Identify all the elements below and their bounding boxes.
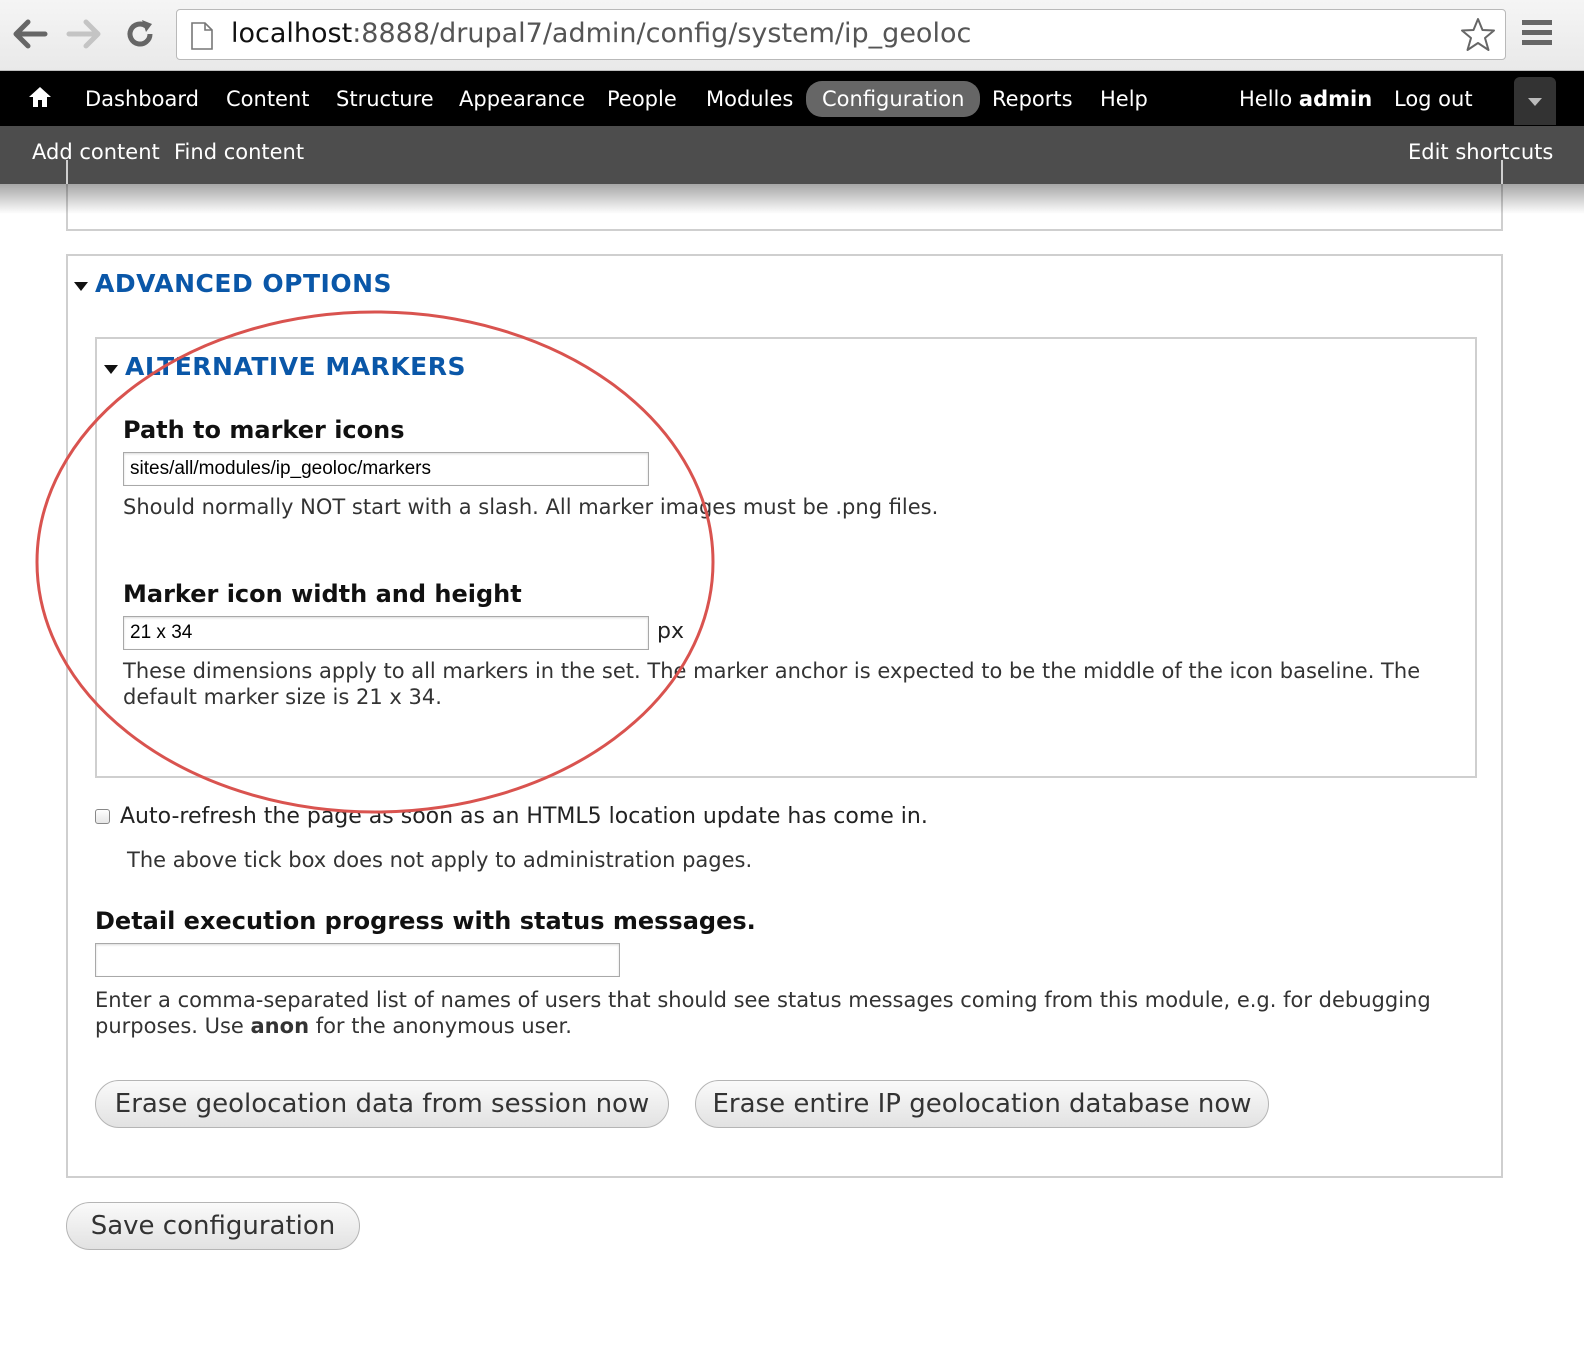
chevron-down-icon [1528,98,1542,106]
url-path: :8888/drupal7/admin/config/system/ip_geo… [352,18,972,49]
hello-user[interactable]: Hello admin [1233,81,1378,117]
toolbar-dashboard[interactable]: Dashboard [79,81,205,117]
page-icon [191,22,213,50]
hello-prefix: Hello [1239,87,1299,111]
home-icon[interactable] [28,85,52,109]
forward-arrow-icon [66,19,101,49]
erase-session-button[interactable]: Erase geolocation data from session now [95,1080,669,1128]
advanced-options-legend[interactable]: ADVANCED OPTIONS [95,269,392,298]
auto-refresh-checkbox[interactable] [95,809,110,824]
toolbar-shadow [0,184,1584,214]
toolbar-people[interactable]: People [601,81,683,117]
toolbar-structure[interactable]: Structure [330,81,440,117]
alternative-markers-fieldset [95,337,1477,778]
back-button[interactable] [10,14,50,54]
reload-button[interactable] [120,14,160,54]
back-arrow-icon [13,19,48,49]
collapse-triangle-icon[interactable] [74,282,88,292]
toolbar-configuration[interactable]: Configuration [806,81,981,117]
browser-menu-icon[interactable] [1520,16,1554,50]
save-configuration-button[interactable]: Save configuration [66,1202,360,1250]
debug-users-label: Detail execution progress with status me… [95,907,756,935]
shortcuts-drawer-toggle[interactable] [1514,77,1556,125]
px-suffix: px [657,619,684,644]
toolbar-modules[interactable]: Modules [700,81,799,117]
marker-path-input[interactable] [123,452,649,486]
url-bar[interactable]: localhost:8888/drupal7/admin/config/syst… [176,9,1506,60]
bookmark-star-icon[interactable] [1459,16,1497,54]
marker-size-label: Marker icon width and height [123,580,522,608]
marker-path-description: Should normally NOT start with a slash. … [123,495,939,519]
debug-desc-part2: for the anonymous user. [309,1014,572,1038]
toolbar-content[interactable]: Content [220,81,316,117]
url-text: localhost:8888/drupal7/admin/config/syst… [231,18,971,49]
collapse-triangle-icon[interactable] [104,365,118,375]
debug-users-input[interactable] [95,943,620,977]
marker-size-description: These dimensions apply to all markers in… [123,659,1421,709]
toolbar-help[interactable]: Help [1094,81,1154,117]
forward-button[interactable] [64,14,104,54]
erase-database-button[interactable]: Erase entire IP geolocation database now [695,1080,1269,1128]
debug-users-description: Enter a comma-separated list of names of… [95,987,1465,1039]
reload-icon [127,20,153,47]
debug-desc-anon: anon [250,1014,310,1038]
auto-refresh-description: The above tick box does not apply to adm… [127,848,753,872]
marker-size-input[interactable] [123,616,649,650]
toolbar-appearance[interactable]: Appearance [453,81,591,117]
path-to-marker-icons-label: Path to marker icons [123,416,405,444]
url-host: localhost [231,18,353,49]
logout-link[interactable]: Log out [1388,81,1479,117]
admin-toolbar: Dashboard Content Structure Appearance P… [0,71,1584,126]
browser-chrome: localhost:8888/drupal7/admin/config/syst… [0,0,1584,71]
hello-username: admin [1298,87,1373,111]
toolbar-reports[interactable]: Reports [986,81,1079,117]
auto-refresh-label[interactable]: Auto-refresh the page as soon as an HTML… [120,804,928,830]
alternative-markers-legend[interactable]: ALTERNATIVE MARKERS [125,352,466,381]
